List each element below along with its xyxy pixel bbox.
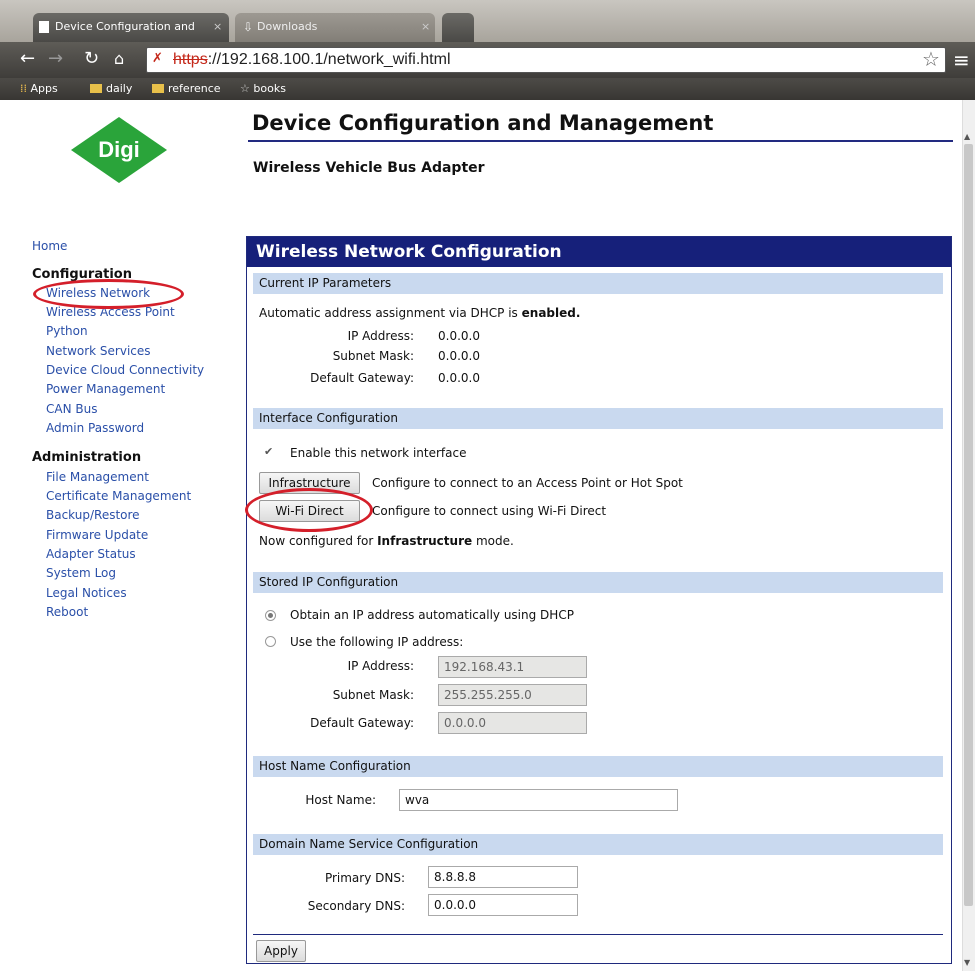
page-icon — [39, 21, 49, 33]
section-dns: Domain Name Service Configuration — [253, 834, 943, 855]
bookmark-daily[interactable]: daily — [90, 78, 132, 100]
current-mask-label: Subnet Mask: — [332, 349, 414, 363]
url-protocol: https — [173, 51, 208, 68]
stored-mask-field[interactable]: 255.255.255.0 — [438, 684, 587, 706]
dhcp-state: enabled. — [521, 306, 581, 320]
apply-button[interactable]: Apply — [256, 940, 306, 962]
page-title: Device Configuration and Management — [252, 111, 714, 135]
title-divider — [248, 140, 953, 142]
current-mode-text: Now configured for Infrastructure mode. — [259, 534, 514, 548]
primary-dns-label: Primary DNS: — [324, 871, 405, 885]
sidebar-item-python[interactable]: Python — [46, 324, 88, 338]
panel-title: Wireless Network Configuration — [247, 237, 951, 267]
stored-ip-label: IP Address: — [347, 659, 414, 673]
stored-gateway-field[interactable]: 0.0.0.0 — [438, 712, 587, 734]
bookmark-reference[interactable]: reference — [152, 78, 221, 100]
folder-icon — [90, 84, 102, 93]
current-mask-value: 0.0.0.0 — [438, 349, 480, 363]
bookmark-apps[interactable]: ⁞⁞ Apps — [20, 78, 58, 100]
static-ip-radio[interactable] — [265, 636, 276, 647]
star-icon: ☆ — [240, 82, 250, 95]
tab-label: Downloads — [257, 20, 318, 33]
sidebar-item-device-cloud[interactable]: Device Cloud Connectivity — [46, 363, 204, 377]
sidebar-item-backup-restore[interactable]: Backup/Restore — [46, 508, 140, 522]
mode-value: Infrastructure — [377, 534, 473, 548]
current-ip-value: 0.0.0.0 — [438, 329, 480, 343]
host-name-input[interactable]: wva — [399, 789, 678, 811]
section-host-name: Host Name Configuration — [253, 756, 943, 777]
close-icon[interactable]: × — [213, 13, 222, 41]
back-arrow-icon[interactable]: ← — [20, 49, 35, 69]
current-gateway-label: Default Gateway: — [310, 371, 414, 385]
section-current-ip: Current IP Parameters — [253, 273, 943, 294]
tab-device-configuration[interactable]: Device Configuration and × — [33, 13, 229, 42]
secondary-dns-input[interactable]: 0.0.0.0 — [428, 894, 578, 916]
bookmarks-bar: ⁞⁞ Apps daily reference ☆ books — [0, 78, 975, 100]
sidebar-item-file-management[interactable]: File Management — [46, 470, 149, 484]
enable-interface-label: Enable this network interface — [290, 446, 467, 460]
host-name-label: Host Name: — [305, 793, 376, 807]
sidebar-item-system-log[interactable]: System Log — [46, 566, 116, 580]
dhcp-radio[interactable] — [265, 610, 276, 621]
secondary-dns-label: Secondary DNS: — [307, 899, 405, 913]
sidebar-item-home[interactable]: Home — [32, 239, 67, 253]
sidebar-item-adapter-status[interactable]: Adapter Status — [46, 547, 136, 561]
url-path: ://192.168.100.1/network_wifi.html — [207, 51, 451, 68]
section-interface: Interface Configuration — [253, 408, 943, 429]
bookmark-label: Apps — [30, 82, 58, 95]
tab-downloads[interactable]: ⇩ Downloads × — [235, 13, 435, 42]
stored-mask-label: Subnet Mask: — [332, 688, 414, 702]
forward-arrow-icon[interactable]: → — [48, 49, 63, 69]
address-bar[interactable]: https://192.168.100.1/network_wifi.html — [146, 47, 946, 73]
current-ip-label: IP Address: — [347, 329, 414, 343]
dhcp-radio-label: Obtain an IP address automatically using… — [290, 608, 574, 622]
sidebar-item-can-bus[interactable]: CAN Bus — [46, 402, 97, 416]
page-subtitle: Wireless Vehicle Bus Adapter — [253, 160, 485, 176]
sidebar-item-certificate-management[interactable]: Certificate Management — [46, 489, 191, 503]
form-divider — [253, 934, 943, 935]
logo-text: Digi — [98, 137, 140, 162]
sidebar-item-reboot[interactable]: Reboot — [46, 605, 88, 619]
infrastructure-description: Configure to connect to an Access Point … — [372, 476, 683, 490]
annotation-oval-wifi-direct — [245, 488, 373, 532]
current-gateway-value: 0.0.0.0 — [438, 371, 480, 385]
menu-icon[interactable]: ≡ — [953, 48, 970, 72]
sidebar-item-network-services[interactable]: Network Services — [46, 344, 151, 358]
scrollbar-thumb[interactable] — [964, 144, 973, 906]
close-icon[interactable]: × — [421, 13, 430, 41]
apps-grid-icon: ⁞⁞ — [20, 82, 27, 95]
stored-ip-field[interactable]: 192.168.43.1 — [438, 656, 587, 678]
dhcp-text: Automatic address assignment via DHCP is — [259, 306, 518, 320]
home-icon[interactable]: ⌂ — [114, 49, 124, 69]
section-stored-ip: Stored IP Configuration — [253, 572, 943, 593]
tab-label: Device Configuration and — [55, 20, 195, 33]
mode-prefix: Now configured for — [259, 534, 374, 548]
enable-interface-checkbox[interactable]: ✔ — [264, 446, 275, 457]
annotation-oval-wireless-network — [33, 279, 184, 309]
reload-icon[interactable]: ↻ — [84, 49, 99, 69]
scroll-down-arrow-icon[interactable]: ▼ — [964, 958, 970, 967]
broken-lock-icon[interactable]: ✗ — [152, 51, 166, 67]
dhcp-status-text: Automatic address assignment via DHCP is… — [259, 306, 580, 320]
bookmark-label: daily — [106, 82, 133, 95]
bookmark-books[interactable]: ☆ books — [240, 78, 286, 100]
new-tab-button[interactable] — [442, 13, 474, 42]
folder-icon — [152, 84, 164, 93]
sidebar-item-firmware-update[interactable]: Firmware Update — [46, 528, 148, 542]
static-ip-radio-label: Use the following IP address: — [290, 635, 464, 649]
mode-suffix: mode. — [475, 534, 514, 548]
sidebar-heading-administration: Administration — [32, 450, 142, 465]
bookmark-label: reference — [168, 82, 221, 95]
primary-dns-input[interactable]: 8.8.8.8 — [428, 866, 578, 888]
sidebar-item-admin-password[interactable]: Admin Password — [46, 421, 144, 435]
stored-gateway-label: Default Gateway: — [310, 716, 414, 730]
sidebar-item-power-management[interactable]: Power Management — [46, 382, 165, 396]
bookmark-star-icon[interactable]: ☆ — [922, 47, 940, 71]
wifi-direct-description: Configure to connect using Wi-Fi Direct — [372, 504, 607, 518]
sidebar-item-legal-notices[interactable]: Legal Notices — [46, 586, 127, 600]
scroll-up-arrow-icon[interactable]: ▲ — [964, 132, 970, 141]
download-icon: ⇩ — [243, 20, 254, 34]
digi-logo: Digi — [71, 117, 167, 183]
bookmark-label: books — [253, 82, 286, 95]
